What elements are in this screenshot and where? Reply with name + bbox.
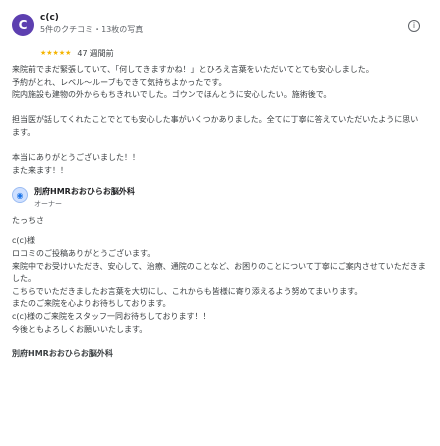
review-card: C c(c) 5件のクチコミ・13枚の写真 i ★★★★★ 47 週間前 来院前… <box>0 0 440 446</box>
reviewer-avatar[interactable]: C <box>12 14 34 36</box>
reply-signature: 別府HMRおおひらお脳外科 <box>12 349 113 359</box>
owner-avatar-icon: ◉ <box>12 187 28 204</box>
reviewer-name[interactable]: c(c) <box>40 14 408 23</box>
owner-name[interactable]: 別府HMRおおひらお脳外科 <box>34 188 135 196</box>
owner-header: ◉ 別府HMRおおひらお脳外科 オーナー <box>12 185 430 209</box>
rating-row: ★★★★★ 47 週間前 <box>12 46 430 60</box>
review-text: 来院前でまだ緊張していて、「何してきますかね！」とひろえ言葉をいただいてとても安… <box>12 65 419 175</box>
owner-greeting: たっちさ <box>12 216 44 226</box>
rating-time: 週間前 <box>89 48 114 58</box>
owner-role: オーナー <box>34 200 62 209</box>
review-header: C c(c) 5件のクチコミ・13枚の写真 i <box>12 8 430 44</box>
reviewer-meta: c(c) 5件のクチコミ・13枚の写真 <box>40 8 408 34</box>
info-icon[interactable]: i <box>408 20 420 32</box>
rating-count: 47 <box>77 48 88 58</box>
owner-meta: 別府HMRおおひらお脳外科 オーナー <box>34 185 135 209</box>
owner-reply: ◉ 別府HMRおおひらお脳外科 オーナー たっちさ c(c)様 ロコミのご投稿あ… <box>12 185 430 359</box>
reviewer-stats: 5件のクチコミ・13枚の写真 <box>40 25 144 34</box>
reply-text: c(c)様 ロコミのご投稿ありがとうございます。 来院中でお受けいただき、安心し… <box>12 236 426 334</box>
star-rating: ★★★★★ <box>40 49 72 57</box>
